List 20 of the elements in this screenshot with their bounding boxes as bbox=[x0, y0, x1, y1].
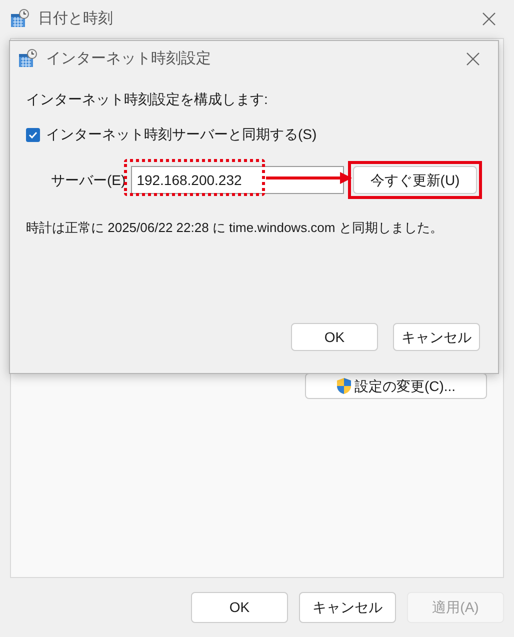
sync-status-text: 時計は正常に 2025/06/22 22:28 に time.windows.com と同期しました。 bbox=[26, 219, 444, 237]
calendar-clock-icon bbox=[18, 49, 38, 69]
dialog-button[interactable]: キャンセル bbox=[299, 592, 396, 623]
calendar-clock-icon bbox=[10, 9, 30, 29]
server-input-field[interactable]: 192.168.200.232 bbox=[130, 166, 344, 194]
close-icon[interactable] bbox=[466, 52, 480, 66]
dialog-button[interactable]: OK bbox=[191, 592, 288, 623]
window-title: 日付と時刻 bbox=[38, 8, 113, 29]
server-label: サーバー(E) bbox=[50, 170, 126, 190]
dialog-title: インターネット時刻設定 bbox=[46, 48, 211, 69]
change-settings-button[interactable]: 設定の変更(C)... bbox=[305, 373, 487, 399]
dialog-button[interactable]: キャンセル bbox=[393, 323, 480, 351]
check-icon bbox=[28, 130, 38, 140]
sync-checkbox-label[interactable]: インターネット時刻サーバーと同期する(S) bbox=[46, 124, 317, 145]
heading-text: インターネット時刻設定を構成します: bbox=[26, 90, 269, 109]
sync-checkbox[interactable] bbox=[26, 128, 40, 142]
shield-icon bbox=[336, 377, 352, 395]
dialog-button[interactable]: OK bbox=[291, 323, 378, 351]
update-now-button[interactable]: 今すぐ更新(U) bbox=[353, 166, 477, 194]
close-icon[interactable] bbox=[482, 12, 496, 26]
